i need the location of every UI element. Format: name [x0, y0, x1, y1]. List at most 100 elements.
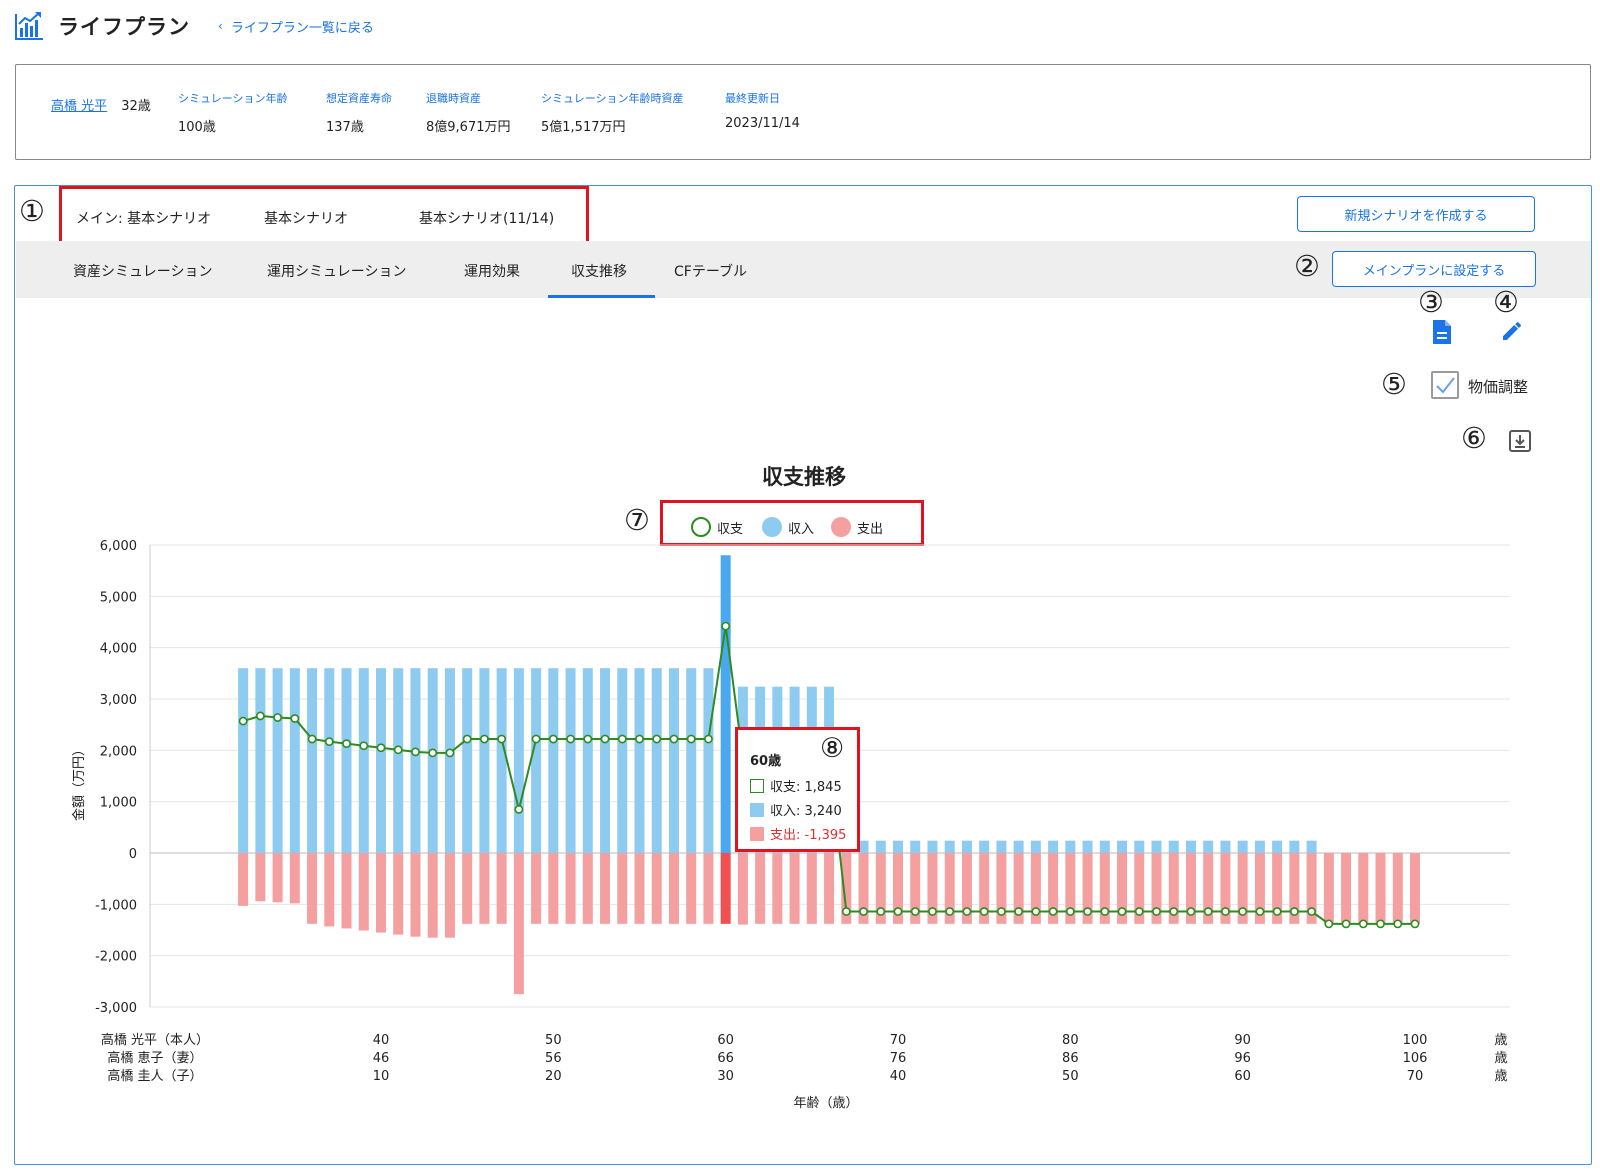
expense-bar [634, 853, 645, 924]
balance-point [669, 734, 679, 744]
balance-point [342, 739, 351, 749]
x-tick-label: 40 [890, 1069, 907, 1084]
balance-point [910, 907, 920, 916]
x-tick-label: 20 [545, 1069, 562, 1084]
income-bar [548, 668, 559, 853]
expense-bar [789, 853, 800, 924]
balance-point [1031, 907, 1041, 916]
expense-bar [600, 853, 611, 924]
y-tick-label: 0 [129, 847, 137, 862]
cashflow-chart: 6,000 5,000 4,000 3,000 2,000 1,000 0 -1,000 -2,… [71, 539, 1510, 1111]
balance-point [1393, 919, 1403, 929]
x-tick-label: 50 [545, 1033, 562, 1048]
income-bar [1306, 840, 1317, 853]
balance-point [411, 747, 420, 757]
expense-bar [1392, 853, 1403, 924]
balance-point [617, 734, 627, 744]
tooltip-balance-text: 収支: 1,845 [770, 780, 842, 795]
balance-point [290, 714, 300, 723]
x-tick-label: 86 [1062, 1051, 1079, 1066]
balance-point [1169, 907, 1179, 916]
balance-point [1307, 907, 1316, 916]
x-tick-label: 10 [373, 1069, 390, 1084]
income-bar [600, 668, 611, 853]
balance-point [1410, 919, 1420, 929]
y-tick-label: 6,000 [100, 539, 137, 554]
balance-point [1014, 907, 1024, 916]
expense-bar [668, 853, 679, 924]
expense-bar [393, 853, 404, 935]
expense-bar [496, 853, 507, 924]
income-bar [703, 668, 714, 853]
expense-bar [1341, 853, 1352, 924]
x-axis-row-label: 高橋 圭人（子） [107, 1068, 202, 1084]
balance-point [1358, 919, 1368, 929]
income-bar [1099, 840, 1110, 853]
chart-tooltip: ⑧ 60歳 収支: 1,845 収入: 3,240 支出: -1,395 [735, 727, 860, 852]
income-bar [1048, 840, 1059, 853]
income-bar [617, 668, 628, 853]
income-bar [582, 668, 593, 853]
income-bar [513, 668, 524, 853]
income-bar [255, 668, 266, 853]
income-bar [1289, 840, 1300, 853]
x-tick-label: 50 [1062, 1069, 1079, 1084]
annotation-8: ⑧ [820, 733, 845, 764]
x-tick-label: 56 [545, 1051, 562, 1066]
balance-point [1272, 907, 1282, 916]
balance-point [428, 748, 438, 758]
balance-point [686, 734, 696, 744]
expense-bar [548, 853, 559, 924]
x-tick-label: 76 [890, 1051, 907, 1066]
income-bar [1030, 840, 1041, 853]
x-axis-label: 年齢（歳） [793, 1096, 858, 1111]
balance-point [1065, 907, 1075, 916]
income-bar [376, 668, 386, 853]
x-axis-unit: 歳 [1494, 1069, 1507, 1084]
x-tick-label: 60 [1234, 1069, 1251, 1084]
balance-point [376, 743, 386, 753]
income-bar [462, 668, 473, 853]
y-tick-label: 2,000 [100, 744, 137, 759]
balance-point [1238, 907, 1248, 916]
balance-point [997, 907, 1006, 916]
income-bar [238, 668, 249, 853]
expense-bar [565, 853, 576, 924]
income-bar [1065, 840, 1076, 853]
x-axis-unit: 歳 [1494, 1051, 1507, 1066]
balance-point [255, 711, 265, 721]
y-axis-label: 金額（万円） [71, 743, 87, 821]
balance-point [273, 713, 282, 722]
balance-point [600, 734, 610, 744]
x-axis-row-label: 高橋 恵子（妻） [107, 1050, 202, 1066]
income-bar [979, 840, 990, 853]
income-bar [927, 840, 938, 853]
y-tick-label: 1,000 [100, 796, 137, 811]
income-bar [1185, 840, 1196, 853]
income-bar [307, 668, 318, 853]
income-bar [1237, 840, 1248, 853]
expense-bar [531, 853, 542, 924]
income-bar [1254, 840, 1265, 853]
x-tick-label: 60 [717, 1033, 734, 1048]
balance-point [721, 621, 731, 631]
balance-point [1341, 919, 1351, 929]
balance-point [359, 741, 369, 751]
income-bar [393, 668, 404, 853]
expense-bar [444, 853, 455, 938]
balance-point [1186, 907, 1196, 916]
balance-point [1203, 907, 1213, 916]
income-bar [651, 668, 662, 853]
income-bar [634, 668, 645, 853]
expense-bar [737, 853, 748, 925]
x-axis-row-label: 高橋 光平（本人） [101, 1032, 209, 1048]
balance-point [841, 907, 851, 916]
balance-point [1221, 907, 1230, 916]
balance-point [1083, 907, 1092, 916]
balance-point [566, 734, 575, 744]
x-tick-label: 96 [1234, 1051, 1251, 1066]
income-bar [1272, 840, 1283, 853]
x-tick-label: 100 [1403, 1033, 1428, 1048]
x-axis: 高橋 光平（本人） 40 50 60 70 80 90 100 歳高橋 恵子（妻） 46 56 66 7… [101, 1032, 1508, 1084]
expense-bar [720, 853, 731, 924]
